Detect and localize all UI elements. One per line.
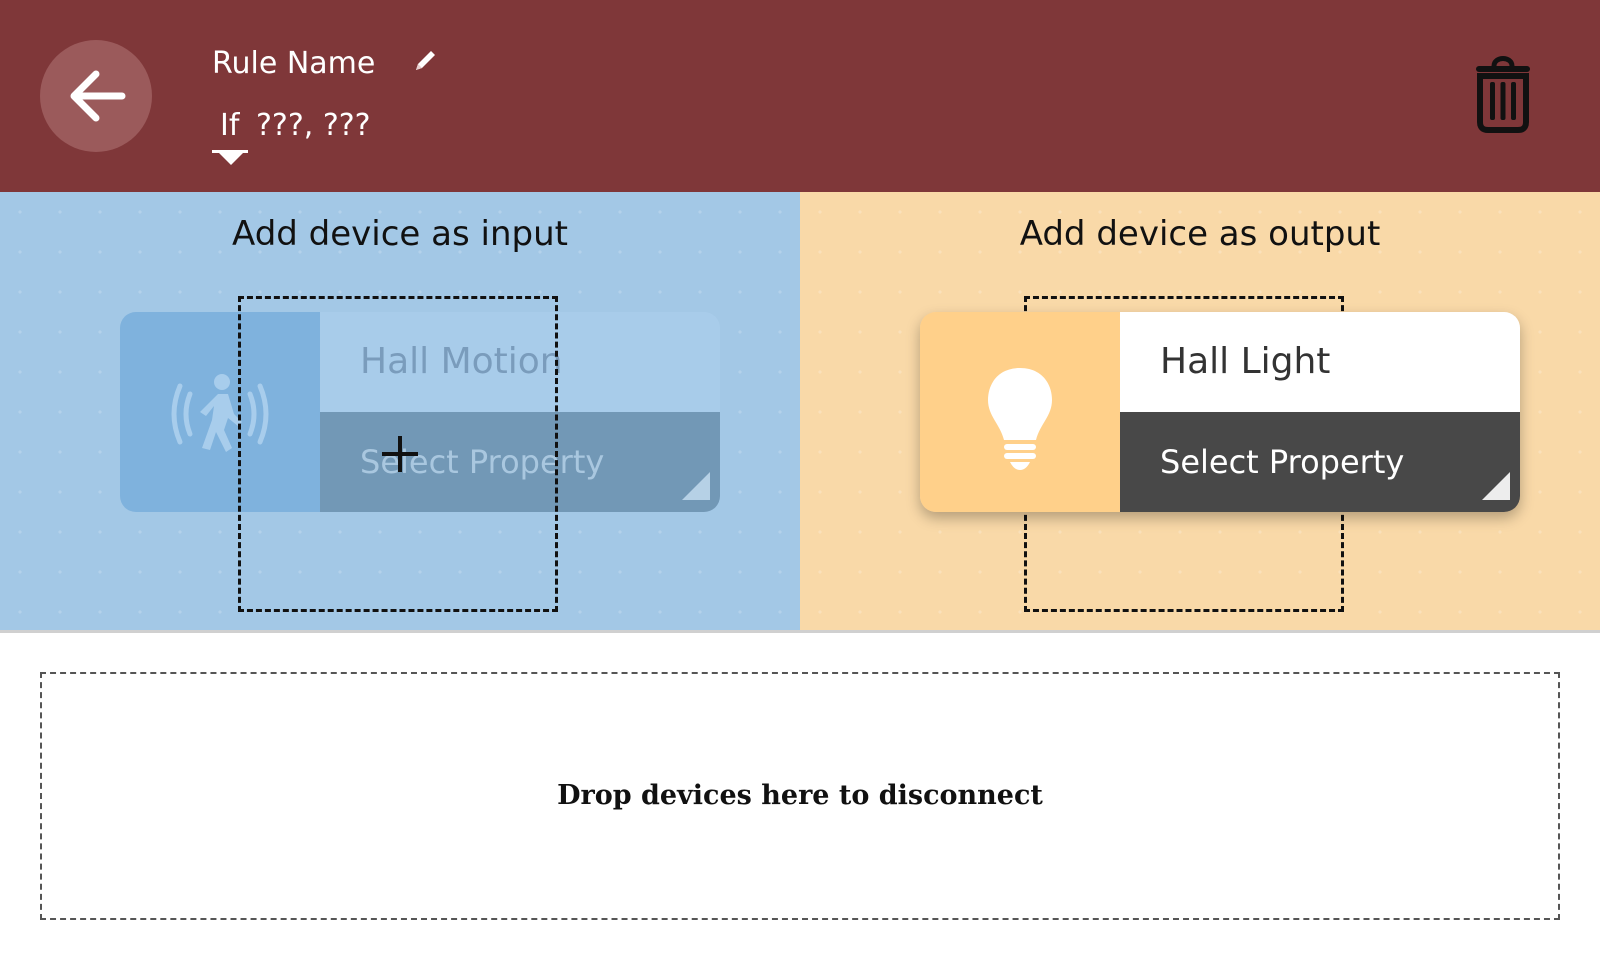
output-device-name: Hall Light <box>1120 312 1520 412</box>
disconnect-label: Drop devices here to disconnect <box>557 780 1043 811</box>
crosshair-cursor-icon <box>382 436 418 472</box>
arrow-left-icon <box>70 70 126 122</box>
output-device-card[interactable]: Hall Light Select Property <box>920 312 1520 512</box>
pencil-icon[interactable] <box>412 48 438 74</box>
rule-summary-text: ???, ??? <box>256 108 371 143</box>
input-panel: Add device as input Hall Motion Select P… <box>0 192 800 632</box>
caret-down-icon[interactable] <box>218 152 244 166</box>
output-property-label: Select Property <box>1160 443 1405 481</box>
disconnect-drop-zone[interactable]: Drop devices here to disconnect <box>40 672 1560 920</box>
output-device-icon-area <box>920 312 1120 512</box>
back-button[interactable] <box>40 40 152 152</box>
output-panel-title: Add device as output <box>1019 214 1381 254</box>
output-property-select[interactable]: Select Property <box>1120 412 1520 512</box>
light-bulb-icon <box>988 368 1052 470</box>
dropdown-corner-icon <box>1482 472 1510 500</box>
if-dropdown[interactable]: If <box>220 104 239 148</box>
rule-name-title[interactable]: Rule Name <box>212 42 375 86</box>
trash-icon[interactable] <box>1470 50 1536 134</box>
dropdown-corner-icon <box>682 472 710 500</box>
input-panel-title: Add device as input <box>232 214 568 254</box>
output-panel: Add device as output Hall Light Select P… <box>800 192 1600 632</box>
panel-divider <box>0 630 1600 633</box>
rule-header: Rule Name If ???, ??? <box>0 0 1600 192</box>
